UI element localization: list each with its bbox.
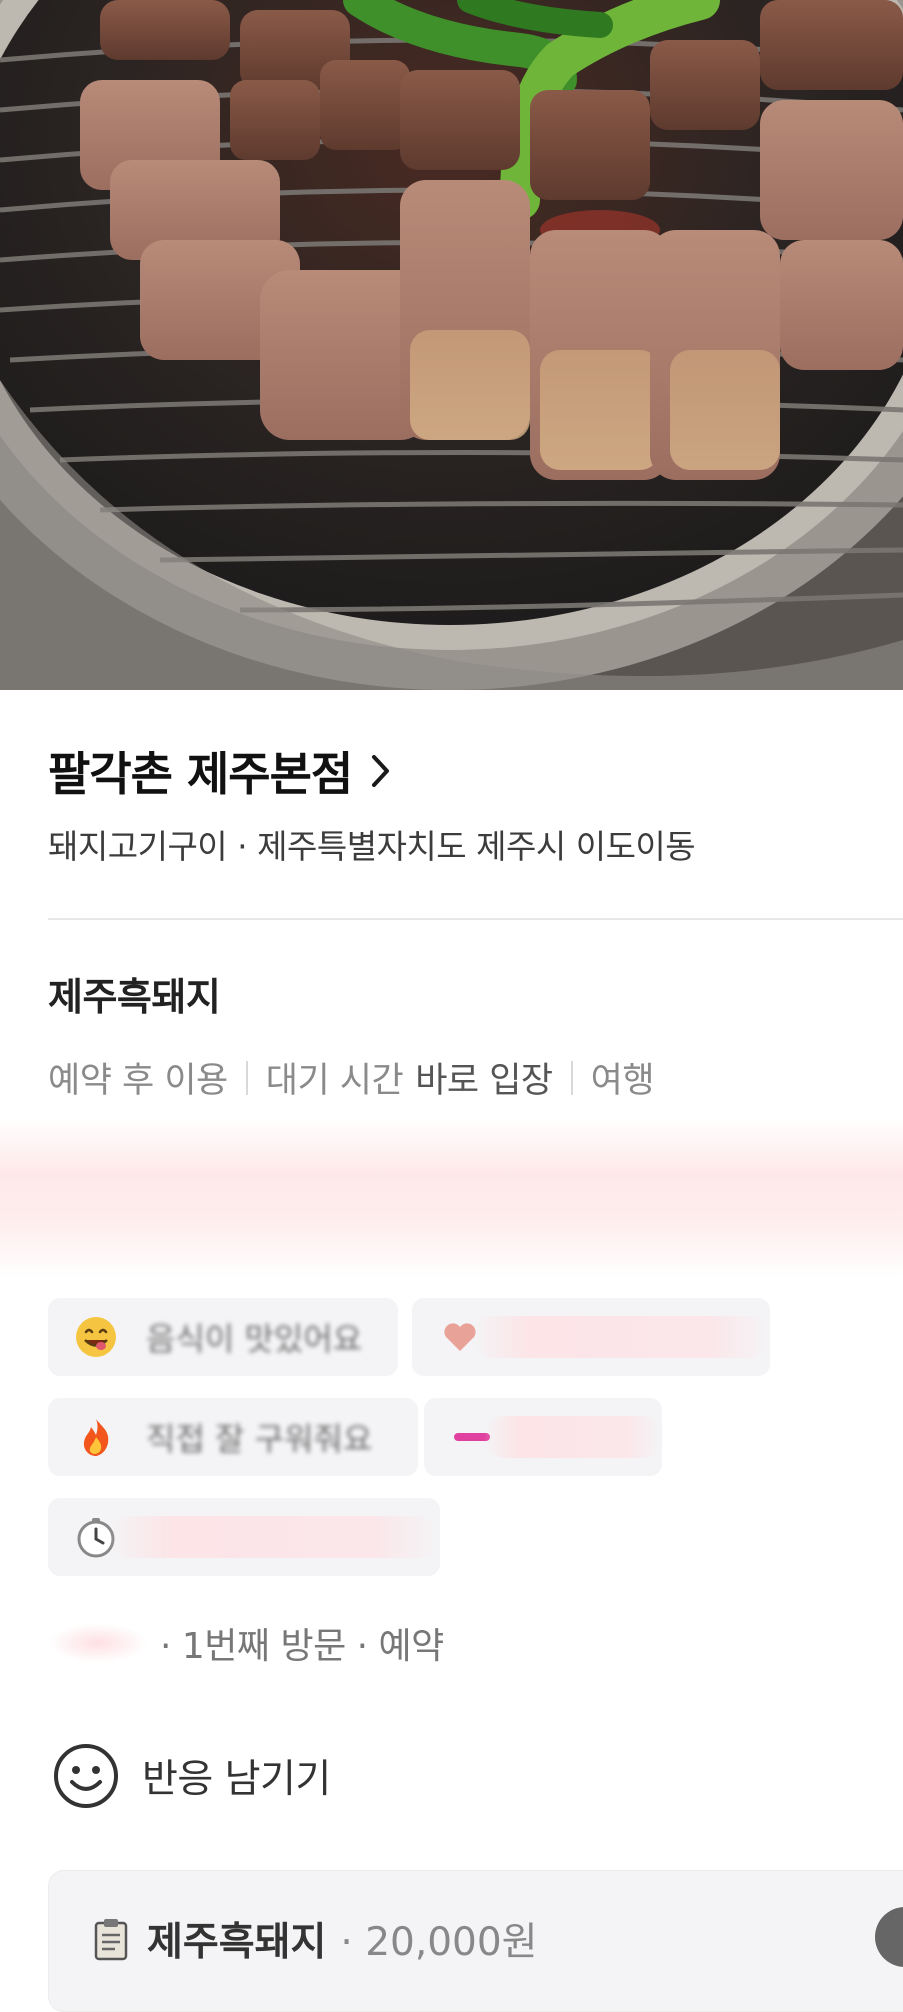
chevron-right-icon <box>372 755 390 787</box>
visit-info-text: · 1번째 방문 · 예약 <box>160 1626 444 1667</box>
place-title-link[interactable]: 팔각촌 제주본점 <box>48 738 392 804</box>
review-meta: 예약 후 이용 대기 시간 바로 입장 여행 <box>48 1052 655 1103</box>
redaction-scribble <box>108 1516 440 1558</box>
keyword-chip: 직접 잘 구워줘요 <box>48 1398 418 1476</box>
place-subtitle: 돼지고기구이 · 제주특별자치도 제주시 이도이동 <box>48 827 696 866</box>
fire-icon <box>83 1419 109 1456</box>
clipboard-icon <box>94 1919 128 1961</box>
redacted-review-text <box>0 1118 903 1278</box>
redaction-scribble <box>472 1316 770 1358</box>
leave-reaction-label: 반응 남기기 <box>142 1757 331 1802</box>
keyword-chip-label: 직접 잘 구워줘요 <box>146 1420 373 1458</box>
keyword-chip-label: 음식이 맛있어요 <box>146 1320 363 1358</box>
card-scroll-handle[interactable] <box>875 1907 903 1967</box>
menu-info-card[interactable]: 제주흑돼지 · 20,000원 <box>48 1870 903 2012</box>
wait-label: 대기 시간 <box>265 1061 404 1101</box>
purpose-tag: 여행 <box>590 1061 655 1101</box>
place-title: 팔각촌 제주본점 <box>48 747 353 801</box>
menu-item-name: 제주흑돼지 <box>147 1920 327 1965</box>
smile-icon <box>54 1744 118 1808</box>
visit-info: · 1번째 방문 · 예약 <box>48 1617 444 1669</box>
section-divider <box>48 918 903 920</box>
meta-separator <box>570 1060 573 1095</box>
menu-item-price: · 20,000원 <box>340 1920 538 1965</box>
grilled-pork-illustration <box>0 0 903 690</box>
keyword-chip <box>424 1398 662 1476</box>
redacted-visit-date <box>48 1623 148 1663</box>
reservation-tag: 예약 후 이용 <box>48 1061 228 1101</box>
leave-reaction-button[interactable]: 반응 남기기 <box>52 1742 331 1810</box>
keyword-chip <box>412 1298 770 1376</box>
hero-photo[interactable] <box>0 0 903 690</box>
meta-separator <box>245 1060 248 1095</box>
keyword-chip: 음식이 맛있어요 <box>48 1298 398 1376</box>
review-menu-title: 제주흑돼지 <box>48 975 221 1019</box>
yum-face-icon <box>76 1317 116 1357</box>
redaction-scribble <box>484 1416 662 1458</box>
wait-value: 바로 입장 <box>415 1061 553 1101</box>
keyword-chip <box>48 1498 440 1576</box>
